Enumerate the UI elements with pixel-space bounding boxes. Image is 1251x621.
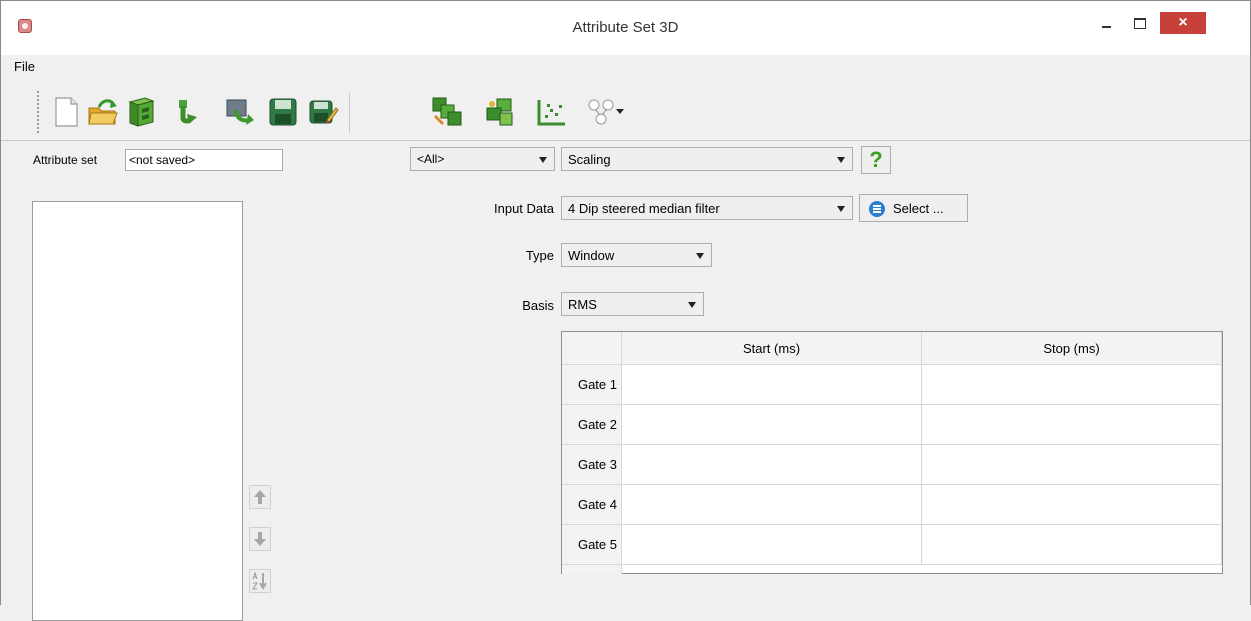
evaluate-icon[interactable] [431,96,463,128]
row-header-gate-2[interactable]: Gate 2 [562,405,622,445]
minimize-button[interactable] [1091,11,1121,35]
row-header-gate-3[interactable]: Gate 3 [562,445,622,485]
maximize-button[interactable] [1125,11,1155,35]
chevron-down-icon [539,157,547,163]
move-down-button[interactable] [249,527,271,551]
open-icon[interactable] [87,96,119,128]
title-bar: Attribute Set 3D × [1,1,1250,55]
gate-1-start-cell[interactable] [622,365,922,405]
gate-2-stop-cell[interactable] [922,405,1222,445]
menu-file[interactable]: File [14,59,35,74]
type-label: Type [525,248,554,263]
close-button[interactable]: × [1160,12,1206,34]
gate-3-start-cell[interactable] [622,445,922,485]
toolbar-grip[interactable] [37,91,40,133]
toolbar [1,81,1250,141]
close-icon: × [1178,14,1188,31]
gate-table: Start (ms) Stop (ms) Gate 1 Gate 2 Gate … [561,331,1223,574]
row-header-gate-5[interactable]: Gate 5 [562,525,622,565]
gate-2-start-cell[interactable] [622,405,922,445]
table-corner [562,332,622,365]
chevron-down-icon [688,302,696,308]
database-icon[interactable] [125,96,157,128]
gate-1-stop-cell[interactable] [922,365,1222,405]
input-data-dropdown[interactable]: 4 Dip steered median filter [561,196,853,220]
attribute-list[interactable] [32,201,243,621]
save-icon[interactable] [267,96,299,128]
attribute-set-name-field[interactable] [125,149,283,171]
move-up-button[interactable] [249,485,271,509]
sort-az-icon [252,571,267,590]
sort-button[interactable] [249,569,271,593]
select-input-button[interactable]: Select ... [859,194,968,222]
arrow-up-icon [254,490,266,504]
graph-icon[interactable] [535,96,567,128]
type-dropdown[interactable]: Window [561,243,712,267]
window-title: Attribute Set 3D [572,19,679,36]
attribute-type-dropdown[interactable]: Scaling [561,147,853,171]
row-header-gate-4[interactable]: Gate 4 [562,485,622,525]
gate-5-stop-cell[interactable] [922,525,1222,565]
help-icon: ? [869,147,883,172]
basis-dropdown[interactable]: RMS [561,292,704,316]
tree-icon[interactable] [585,96,617,128]
chevron-down-icon [837,157,845,163]
list-icon [869,201,885,217]
chevron-down-icon[interactable] [616,109,624,115]
row-header-gate-1[interactable]: Gate 1 [562,365,622,405]
gate-4-start-cell[interactable] [622,485,922,525]
chevron-down-icon [837,206,845,212]
attribute-set-label: Attribute set [33,153,98,167]
column-header-start[interactable]: Start (ms) [622,332,922,365]
input-data-label: Input Data [494,201,554,216]
help-button[interactable]: ? [861,146,891,174]
reload-icon[interactable] [224,96,256,128]
attribute-set-window: Attribute Set 3D × File Attribute set <n… [0,0,1251,621]
category-filter-dropdown[interactable]: <All> [410,147,555,171]
table-row-header-filler [562,565,622,574]
save-as-icon[interactable] [307,96,339,128]
import-icon[interactable] [169,96,201,128]
crossplot-icon[interactable] [483,96,515,128]
arrow-down-icon [254,532,266,546]
gate-5-start-cell[interactable] [622,525,922,565]
column-header-stop[interactable]: Stop (ms) [922,332,1222,365]
new-icon[interactable] [50,96,82,128]
gate-3-stop-cell[interactable] [922,445,1222,485]
menu-bar: File [1,55,1250,79]
chevron-down-icon [696,253,704,259]
toolbar-separator [349,93,350,133]
gate-4-stop-cell[interactable] [922,485,1222,525]
basis-label: Basis [522,298,554,313]
